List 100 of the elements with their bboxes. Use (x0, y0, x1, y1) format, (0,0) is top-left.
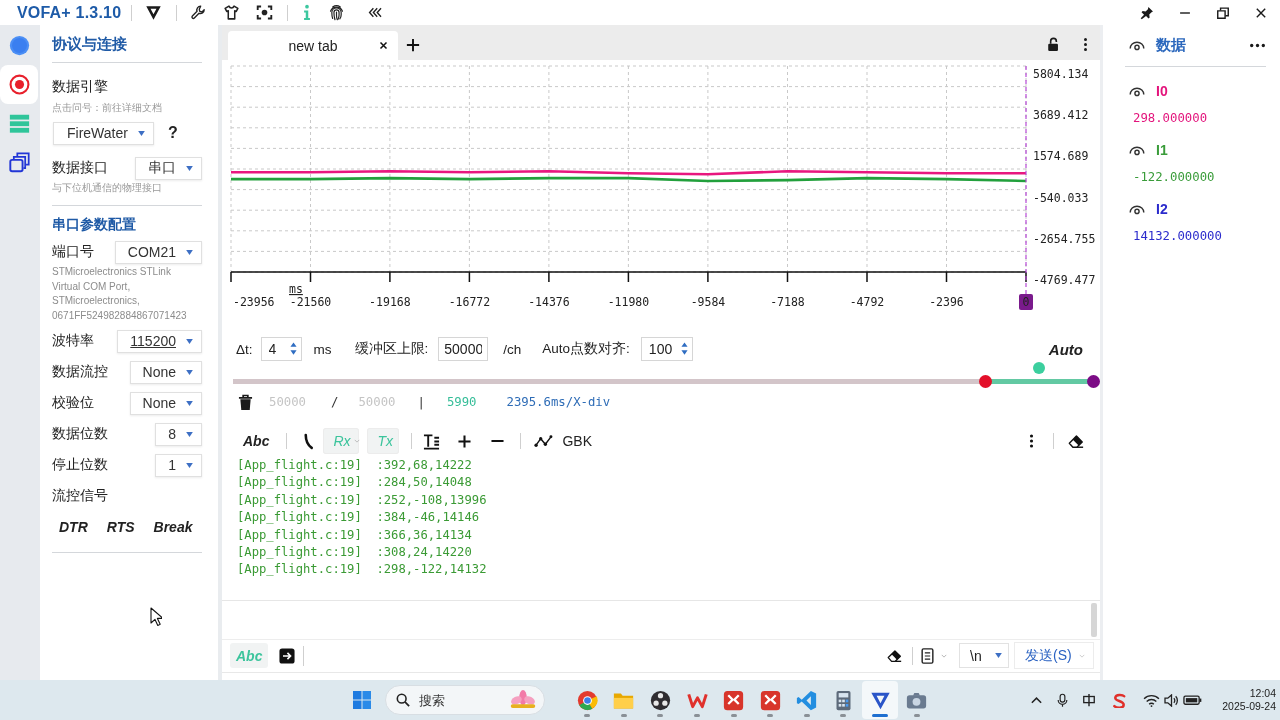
restore-icon[interactable] (1216, 5, 1230, 20)
dropdown[interactable]: 串口 (135, 156, 202, 180)
speaker-icon[interactable] (1164, 693, 1180, 707)
x-tick-label: -11980 (607, 295, 650, 309)
hook-icon[interactable] (303, 432, 315, 450)
signal-button[interactable]: RTS (101, 517, 140, 537)
input-field[interactable]: 50000 (438, 337, 489, 361)
clock-time: 12:04 (1249, 687, 1276, 700)
minus-icon[interactable] (491, 439, 505, 443)
code-editor-icon (796, 689, 818, 711)
eye-icon[interactable] (1129, 39, 1145, 51)
running-indicator-icon (657, 714, 664, 717)
log-line: [App_flight.c:19] :252,-108,13996 (237, 491, 488, 509)
hint-text: 与下位机通信的物理接口 (52, 181, 163, 195)
pin-icon[interactable] (1140, 5, 1154, 20)
running-indicator-icon (872, 714, 889, 717)
document-icon[interactable] (921, 647, 934, 664)
eye-icon[interactable] (1129, 203, 1145, 215)
more-icon[interactable] (1029, 433, 1034, 449)
dropdown[interactable]: 8 (155, 422, 202, 446)
chevron-up-icon[interactable] (1030, 695, 1044, 705)
dropdown[interactable]: COM21 (114, 240, 202, 264)
port-description: STMicroelectronics STLink Virtual COM Port, STMicroelectronics, 0671FF524982884867071423 (52, 265, 188, 323)
dropdown[interactable]: None (129, 391, 202, 415)
buffer-capacity: 50000 (358, 395, 396, 409)
log-line: [App_flight.c:19] :392,68,14222 (237, 457, 473, 474)
focus-frame-icon[interactable] (256, 4, 274, 21)
x-tick-label: -2396 (929, 295, 964, 309)
separator-text: | (417, 395, 425, 409)
signal-button[interactable]: Break (148, 517, 198, 537)
unit-label: /ch (503, 341, 522, 357)
spin-arrows-icon[interactable] (680, 341, 688, 356)
axis-unit-label: ms (289, 282, 303, 296)
text-lines-icon[interactable] (423, 432, 441, 450)
trash-icon[interactable] (238, 393, 253, 411)
browser-icon (576, 689, 598, 711)
spin-field[interactable]: 100 (640, 337, 693, 361)
point-count: 5990 (446, 395, 477, 409)
wifi-icon[interactable] (1143, 693, 1161, 707)
field-label: 数据位数 (52, 425, 108, 443)
dropdown[interactable]: 1 (155, 453, 202, 477)
tab[interactable]: new tab (228, 31, 398, 60)
caret-icon (186, 431, 193, 437)
slider-handle[interactable] (978, 375, 992, 388)
eraser-icon[interactable] (1067, 433, 1085, 449)
wrench-icon[interactable] (190, 4, 208, 21)
cursor-label: 0 (1019, 294, 1033, 310)
message-field[interactable] (222, 599, 1100, 640)
close-icon[interactable] (379, 41, 388, 50)
list-icon (8, 113, 30, 134)
fingerprint-icon[interactable] (328, 4, 346, 21)
field-label: 端口号 (52, 243, 94, 261)
field-label: 流控信号 (52, 487, 109, 505)
channel-value: 14132.000000 (1133, 228, 1223, 245)
shirt-icon[interactable] (223, 4, 241, 21)
battery-icon[interactable] (1183, 694, 1203, 706)
dropdown[interactable]: FireWater (53, 121, 154, 145)
signal-button[interactable]: DTR (54, 517, 93, 537)
eye-icon[interactable] (1129, 144, 1145, 156)
spin-arrows-icon[interactable] (289, 341, 297, 356)
x-tick-label: -19168 (369, 295, 411, 309)
start-icon[interactable] (352, 690, 372, 710)
slider-handle[interactable] (1087, 375, 1100, 388)
input-method-icon[interactable] (1082, 693, 1097, 707)
log-line: [App_flight.c:19] :366,36,14134 (237, 526, 473, 544)
record-icon (8, 74, 30, 95)
help-link[interactable]: ? (167, 124, 178, 142)
scrollbar-thumb[interactable] (1091, 602, 1097, 637)
eraser-icon[interactable] (886, 648, 903, 664)
more-icon[interactable] (1249, 42, 1266, 48)
plus-icon[interactable] (458, 434, 472, 448)
send-button[interactable]: 发送(S) (1014, 642, 1094, 670)
slider-handle[interactable] (1033, 362, 1046, 374)
more-icon[interactable] (1083, 37, 1088, 52)
s-curve-logo-icon[interactable] (1112, 692, 1128, 708)
add-tab-icon[interactable] (406, 38, 420, 52)
caret-icon (186, 400, 193, 406)
running-indicator-icon (767, 714, 774, 717)
spin-field[interactable]: 4 (260, 337, 302, 361)
running-indicator-icon (584, 714, 591, 717)
line-ending-dropdown[interactable]: \n (959, 643, 1009, 669)
v-logo-icon[interactable] (145, 4, 163, 21)
section-title: 串口参数配置 (52, 215, 137, 234)
field-label: 缓冲区上限: (354, 340, 429, 358)
encoding-button[interactable]: GBK (562, 433, 593, 449)
x-tick-label: -16772 (448, 295, 491, 309)
log-line: [App_flight.c:19] :308,24,14220 (237, 544, 473, 562)
separator-text: / (331, 395, 339, 409)
format-button[interactable]: Abc (243, 433, 270, 449)
unlock-icon[interactable] (1047, 37, 1060, 52)
combo-box[interactable]: 115200 (117, 329, 202, 353)
running-indicator-icon (913, 714, 920, 717)
taskbar-app[interactable] (861, 681, 899, 719)
dropdown[interactable]: None (129, 360, 202, 384)
eye-icon[interactable] (1129, 85, 1145, 97)
nav-button[interactable] (0, 65, 38, 104)
auto-button[interactable]: Auto (1048, 340, 1083, 358)
microphone-icon[interactable] (1057, 692, 1069, 708)
search-field[interactable]: 搜索 (385, 685, 545, 715)
line-graph-icon[interactable] (534, 434, 554, 448)
